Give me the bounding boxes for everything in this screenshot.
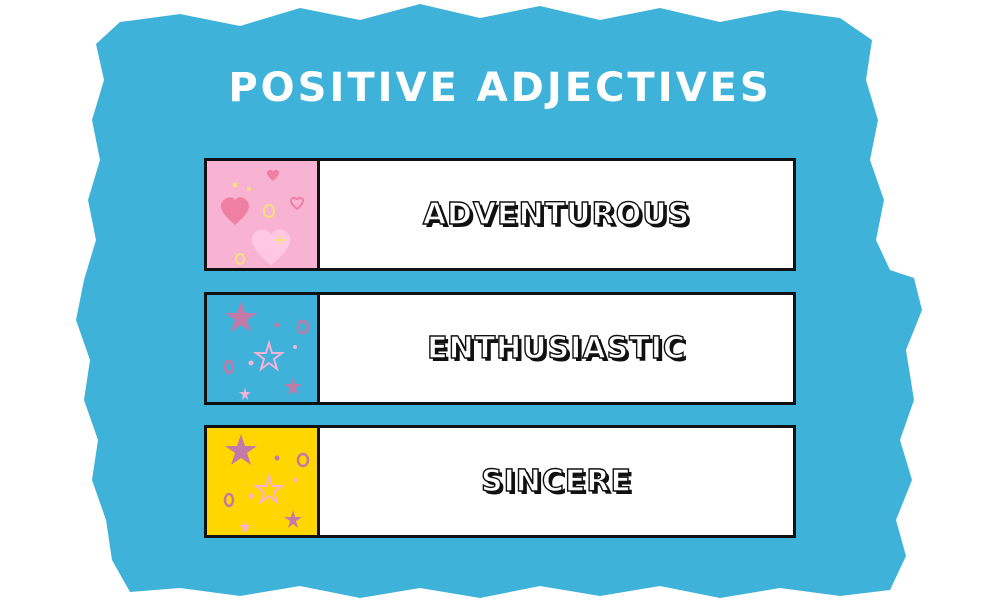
adjective-word: ADVENTUROUS <box>422 196 691 232</box>
stars-icon <box>223 434 310 533</box>
adjective-word: SINCERE <box>480 463 632 499</box>
page-title: POSITIVE ADJECTIVES <box>228 65 772 111</box>
adjective-card-sincere: SINCERE <box>204 425 796 538</box>
card-swatch <box>207 161 320 268</box>
adjective-card-adventurous: ADVENTUROUS <box>204 158 796 271</box>
adjective-card-enthusiastic: ENTHUSIASTIC <box>204 292 796 405</box>
card-swatch <box>207 428 320 535</box>
adjective-word: ENTHUSIASTIC <box>426 330 686 366</box>
hearts-icon <box>220 169 305 265</box>
card-swatch <box>207 295 320 402</box>
stars-icon <box>223 301 310 400</box>
